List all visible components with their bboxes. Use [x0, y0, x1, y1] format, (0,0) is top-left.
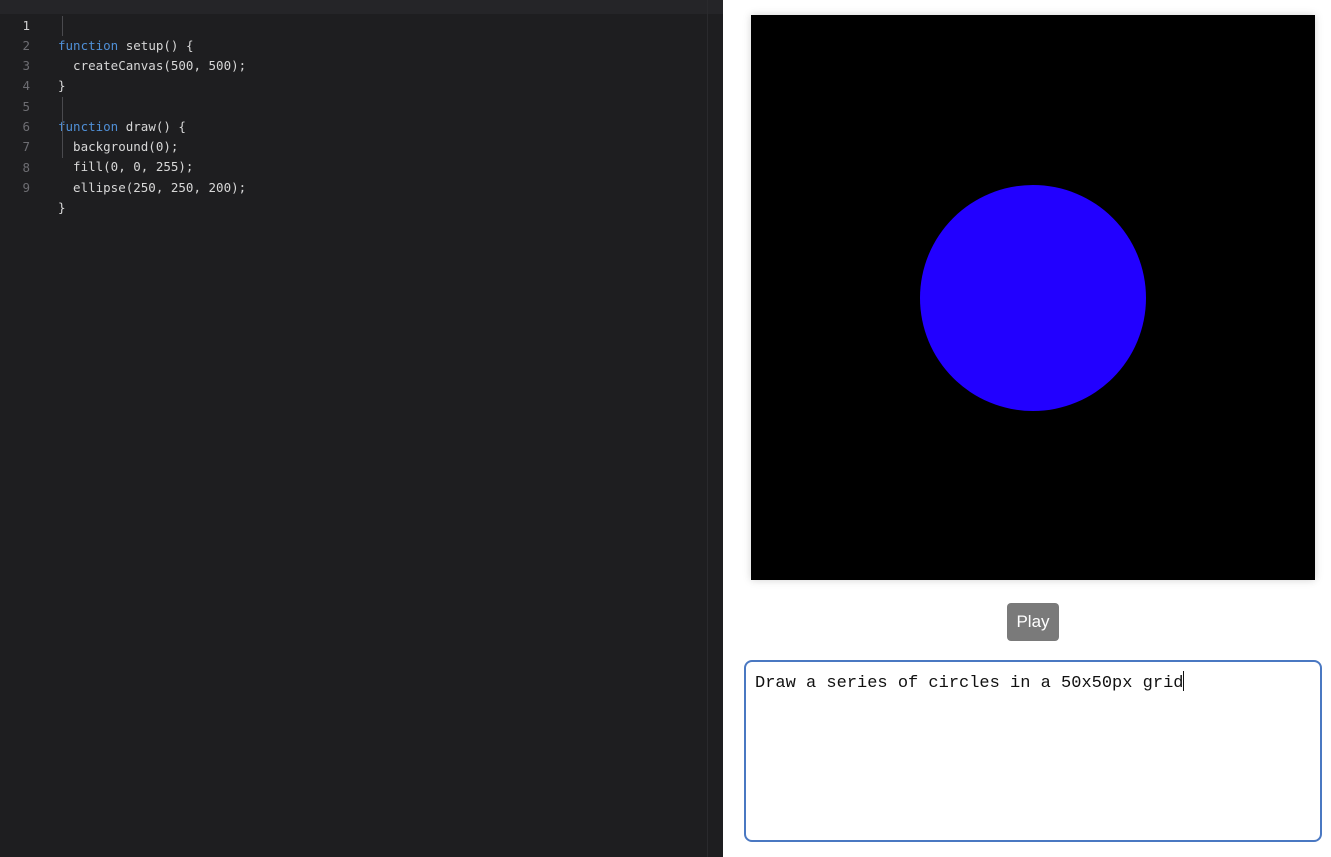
app-window: 1 function setup() { 2 createCanvas(500,… [0, 0, 1331, 857]
indent-guide [62, 16, 63, 36]
blue-circle [920, 185, 1146, 411]
editor-margin-rule [707, 0, 708, 857]
prompt-input[interactable]: Draw a series of circles in a 50x50px gr… [744, 660, 1322, 842]
code-line-6[interactable]: 6 background(0); [0, 97, 700, 154]
preview-panel: Play Draw a series of circles in a 50x50… [723, 0, 1331, 857]
code-line-1[interactable]: 1 function setup() { [0, 0, 700, 53]
code-line-9[interactable]: 9 } [0, 158, 700, 215]
code-line-2[interactable]: 2 createCanvas(500, 500); [0, 16, 700, 73]
code-text: } [58, 200, 66, 215]
canvas-drawing [751, 15, 1315, 580]
indent-guide [62, 97, 63, 158]
sketch-canvas[interactable] [751, 15, 1315, 580]
text-caret [1183, 671, 1185, 691]
code-line-7[interactable]: 7 fill(0, 0, 255); [0, 117, 700, 174]
line-number: 9 [22, 180, 30, 195]
code-text: ellipse(250, 250, 200); [58, 180, 247, 195]
prompt-text: Draw a series of circles in a 50x50px gr… [755, 674, 1184, 693]
code-line-8[interactable]: 8 ellipse(250, 250, 200); [0, 138, 700, 195]
play-button[interactable]: Play [1007, 603, 1059, 641]
code-line-4[interactable]: 4 [0, 56, 700, 93]
code-editor[interactable]: 1 function setup() { 2 createCanvas(500,… [0, 0, 723, 857]
code-line-3[interactable]: 3 } [0, 36, 700, 93]
code-line-5[interactable]: 5 function draw() { [0, 77, 700, 134]
